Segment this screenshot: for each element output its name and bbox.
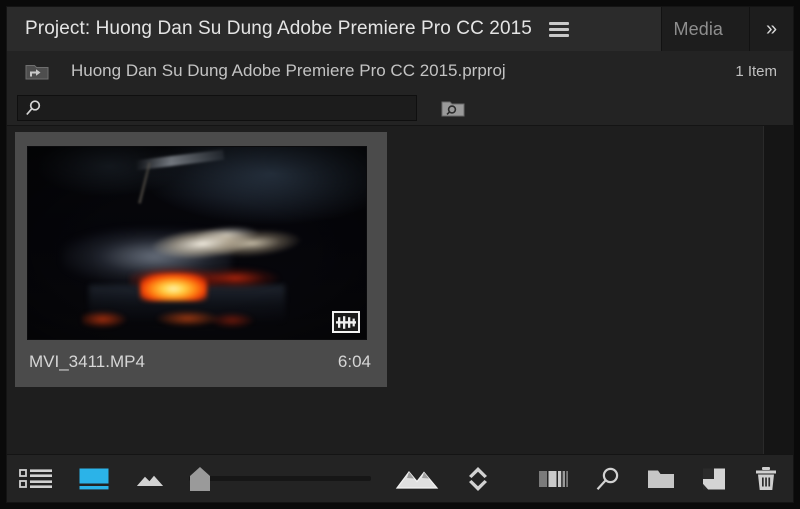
tab-bar-spacer	[578, 7, 661, 51]
zoom-out-button[interactable]	[135, 464, 165, 494]
thumbnail-scene-vignette	[28, 147, 366, 339]
search-field-wrapper[interactable]	[17, 95, 417, 121]
project-panel: Project: Huong Dan Su Dung Adobe Premier…	[6, 6, 794, 503]
item-duration: 6:04	[337, 352, 371, 371]
menu-line	[548, 21, 569, 25]
columns-bars-icon	[539, 470, 568, 487]
overflow-glyph: »	[765, 17, 778, 40]
zoom-in-button[interactable]	[395, 464, 439, 494]
tab-media-label: Media	[673, 18, 724, 39]
freeform-view-button[interactable]	[539, 464, 569, 494]
sort-icon-button[interactable]	[465, 464, 491, 494]
folder-icon	[648, 470, 674, 488]
hamburger-menu-icon[interactable]	[544, 7, 574, 51]
menu-line	[548, 33, 569, 37]
trash-icon	[756, 466, 776, 490]
mountain-small-icon	[136, 475, 164, 486]
thumbnail-zoom-slider[interactable]	[189, 464, 371, 494]
search-row	[7, 91, 793, 125]
project-file-name: Huong Dan Su Dung Adobe Premiere Pro CC …	[71, 61, 506, 80]
mountain-large-icon	[395, 470, 439, 489]
panel-bottom-toolbar	[7, 454, 793, 502]
new-item-page-icon	[703, 468, 725, 489]
list-view-icon	[19, 468, 52, 488]
find-button[interactable]	[595, 464, 621, 494]
folder-search-glyph	[441, 101, 465, 117]
search-icon	[596, 467, 619, 490]
item-count-label: 1 Item	[735, 62, 777, 80]
tab-project-label: Project: Huong Dan Su Dung Adobe Premier…	[25, 18, 532, 39]
items-grid: MVI_3411.MP4 6:04	[15, 132, 387, 387]
zoom-slider-thumb[interactable]	[189, 466, 211, 492]
item-name: MVI_3411.MP4	[29, 352, 145, 371]
icon-view-button[interactable]	[79, 464, 109, 494]
zoom-slider-track[interactable]	[189, 476, 371, 481]
panel-tab-bar: Project: Huong Dan Su Dung Adobe Premier…	[7, 7, 793, 51]
list-view-button[interactable]	[19, 464, 53, 494]
parent-folder-up-icon[interactable]	[25, 61, 49, 81]
clear-button[interactable]	[753, 464, 779, 494]
list-item[interactable]: MVI_3411.MP4 6:04	[15, 132, 387, 387]
item-thumbnail[interactable]	[27, 146, 367, 340]
chevron-double-right-icon[interactable]: »	[749, 7, 793, 51]
tab-project[interactable]: Project: Huong Dan Su Dung Adobe Premier…	[7, 7, 532, 51]
icon-view-icon	[79, 468, 109, 489]
clip-waveform-glyph	[336, 315, 356, 329]
new-bin-button[interactable]	[647, 464, 675, 494]
folder-search-icon[interactable]	[439, 96, 467, 120]
item-meta-row: MVI_3411.MP4 6:04	[27, 340, 375, 384]
slider-thumb-icon	[190, 466, 210, 491]
menu-line	[548, 27, 569, 31]
project-items-area[interactable]: MVI_3411.MP4 6:04	[7, 125, 793, 454]
new-item-button[interactable]	[701, 464, 727, 494]
breadcrumb: Huong Dan Su Dung Adobe Premiere Pro CC …	[7, 51, 793, 91]
vertical-scrollbar[interactable]	[763, 126, 793, 454]
clip-waveform-badge-icon[interactable]	[332, 311, 360, 333]
tab-media[interactable]: Media	[661, 7, 749, 51]
sort-diamond-icon	[469, 466, 487, 491]
search-input[interactable]	[24, 96, 416, 120]
premiere-project-panel-window: Project: Huong Dan Su Dung Adobe Premier…	[0, 0, 800, 509]
parent-folder-up-glyph	[25, 65, 49, 80]
